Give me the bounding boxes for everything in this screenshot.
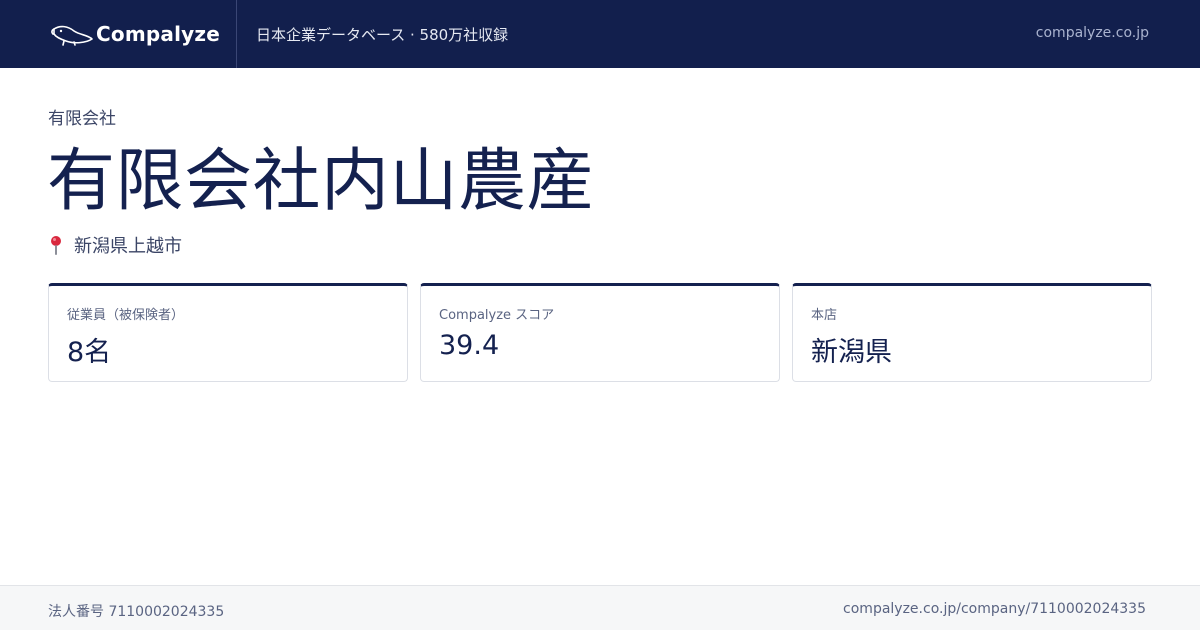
card-label: Compalyze スコア xyxy=(439,308,555,323)
company-name: 有限会社内山農産 xyxy=(47,142,596,221)
employees-card: 従業員（被保険者） 8名 xyxy=(48,283,408,382)
card-label: 従業員（被保険者） xyxy=(67,308,185,323)
card-label: 本店 xyxy=(811,308,838,323)
card-value: 新潟県 xyxy=(811,337,892,368)
company-type: 有限会社 xyxy=(48,109,116,129)
score-card: Compalyze スコア 39.4 xyxy=(420,283,780,382)
location-text: 新潟県上越市 xyxy=(74,236,182,257)
footer: 法人番号 7110002024335 compalyze.co.jp/compa… xyxy=(0,585,1200,630)
brand-name: Compalyze xyxy=(96,22,220,46)
card-value: 8名 xyxy=(67,337,112,368)
stat-cards: 従業員（被保険者） 8名 Compalyze スコア 39.4 本店 新潟県 xyxy=(48,283,1152,382)
headquarters-card: 本店 新潟県 xyxy=(792,283,1152,382)
corporate-number: 法人番号 7110002024335 xyxy=(48,604,225,620)
company-location: 新潟県上越市 xyxy=(48,232,182,258)
card-value: 39.4 xyxy=(439,330,500,361)
company-url[interactable]: compalyze.co.jp/company/7110002024335 xyxy=(843,601,1146,617)
header-tagline: 日本企業データベース · 580万社収録 xyxy=(256,25,509,44)
top-header: Compalyze 日本企業データベース · 580万社収録 compalyze… xyxy=(0,0,1200,68)
platypus-logo-icon xyxy=(51,25,93,46)
header-domain[interactable]: compalyze.co.jp xyxy=(1036,25,1149,41)
map-pin-icon xyxy=(51,236,61,255)
brand-logo[interactable]: Compalyze xyxy=(0,0,236,68)
